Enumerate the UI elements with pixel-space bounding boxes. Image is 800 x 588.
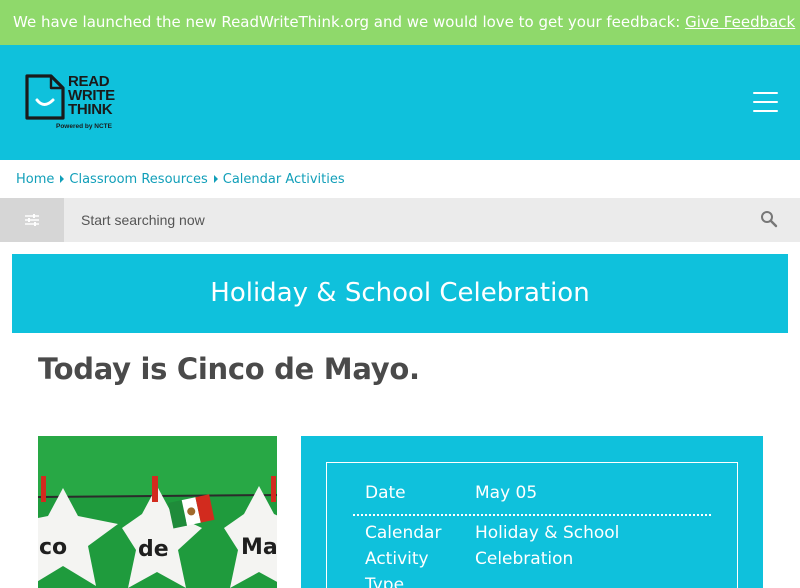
breadcrumb-home[interactable]: Home [16, 172, 54, 187]
page-title: Today is Cinco de Mayo. [38, 352, 420, 386]
cinco-de-mayo-illustration: co de Ma [38, 436, 277, 588]
banner-message: We have launched the new ReadWriteThink.… [13, 13, 681, 31]
breadcrumb-separator-icon [60, 175, 65, 183]
type-value-line-2: Celebration [475, 549, 574, 569]
filter-sliders-icon [25, 214, 39, 226]
type-value-line-1: Holiday & School [475, 523, 620, 543]
search-input[interactable] [64, 198, 744, 242]
type-label-line-1: Calendar [365, 523, 442, 543]
photo-text-de: de [138, 537, 169, 562]
type-label-line-2: Activity [365, 549, 429, 569]
date-label: Date [365, 483, 406, 503]
activity-info-box: Date May 05 Calendar Activity Type Holid… [326, 462, 738, 588]
logo-think: THINK [68, 101, 113, 118]
breadcrumb-separator-icon [213, 175, 218, 183]
category-banner: Holiday & School Celebration [12, 254, 788, 333]
type-label-line-3: Type [365, 575, 405, 588]
search-icon[interactable] [760, 210, 778, 228]
activity-info-panel: Date May 05 Calendar Activity Type Holid… [301, 436, 763, 588]
date-value: May 05 [475, 483, 538, 503]
search-bar [0, 198, 800, 242]
give-feedback-link[interactable]: Give Feedback [685, 13, 795, 31]
logo-mark-icon [25, 74, 65, 120]
logo-powered-by: Powered by NCTE [56, 123, 112, 130]
breadcrumb-calendar-activities[interactable]: Calendar Activities [223, 172, 345, 187]
readwritethink-logo[interactable]: READ WRITE THINK Powered by NCTE [24, 73, 134, 137]
type-label: Calendar Activity Type [365, 520, 441, 588]
breadcrumb: Home Classroom Resources Calendar Activi… [16, 170, 345, 188]
photo-text-co: co [39, 535, 67, 560]
breadcrumb-classroom-resources[interactable]: Classroom Resources [69, 172, 207, 187]
photo-text-ma: Ma [241, 535, 277, 560]
feedback-banner: We have launched the new ReadWriteThink.… [0, 0, 800, 45]
menu-icon[interactable] [753, 92, 778, 112]
type-value: Holiday & School Celebration [475, 520, 619, 572]
filter-button[interactable] [0, 198, 64, 242]
cinco-de-mayo-image: co de Ma [38, 436, 277, 588]
info-divider [353, 514, 711, 516]
site-header: READ WRITE THINK Powered by NCTE [0, 45, 800, 160]
logo-wordmark: READ WRITE THINK [68, 74, 115, 118]
